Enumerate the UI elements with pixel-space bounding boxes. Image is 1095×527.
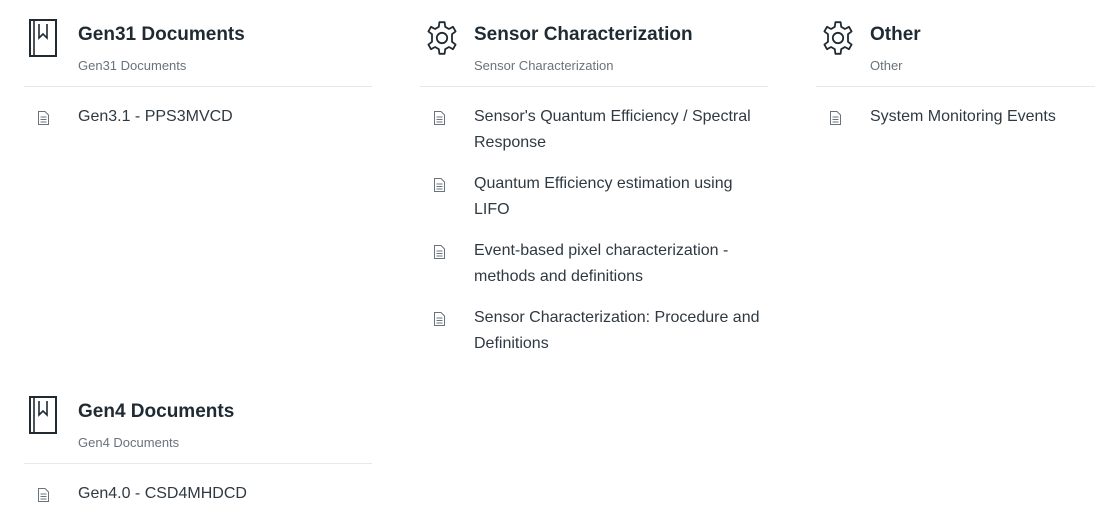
article-link[interactable]: Quantum Efficiency estimation using LIFO: [420, 171, 768, 223]
article-title: Quantum Efficiency estimation using LIFO: [474, 175, 733, 218]
section-description: Gen31 Documents: [78, 58, 187, 73]
section-title-link[interactable]: Sensor Characterization: [474, 24, 693, 46]
section-description: Gen4 Documents: [78, 435, 180, 450]
document-icon: [434, 312, 445, 326]
section-gen31-documents: Gen31 Documents Gen31 Documents Gen3.1 -…: [24, 0, 372, 145]
document-icon: [38, 488, 49, 502]
section-other: Other Other System Monitoring Events: [816, 0, 1095, 145]
section-description: Sensor Characterization: [474, 58, 614, 73]
section-title-link[interactable]: Gen31 Documents: [78, 24, 245, 46]
article-title: System Monitoring Events: [870, 108, 1056, 125]
article-title: Sensor's Quantum Efficiency / Spectral R…: [474, 108, 751, 151]
document-icon: [830, 111, 841, 125]
document-icon: [38, 111, 49, 125]
document-icon: [434, 111, 445, 125]
document-icon: [434, 245, 445, 259]
section-sensor-characterization: Sensor Characterization Sensor Character…: [420, 0, 768, 372]
section-title-link[interactable]: Gen4 Documents: [78, 401, 234, 423]
section-description: Other: [870, 58, 903, 73]
article-list: System Monitoring Events: [816, 104, 1095, 130]
article-title: Event-based pixel characterization - met…: [474, 242, 729, 285]
article-link[interactable]: Gen3.1 - PPS3MVCD: [24, 104, 372, 130]
article-list: Sensor's Quantum Efficiency / Spectral R…: [420, 104, 768, 357]
article-link[interactable]: Sensor's Quantum Efficiency / Spectral R…: [420, 104, 768, 156]
section-header: Gen31 Documents Gen31 Documents: [24, 0, 372, 87]
book-icon: [28, 395, 60, 435]
book-icon: [28, 18, 60, 58]
section-header: Sensor Characterization Sensor Character…: [420, 0, 768, 87]
section-gen4-documents: Gen4 Documents Gen4 Documents Gen4.0 - C…: [24, 377, 372, 522]
section-header: Other Other: [816, 0, 1095, 87]
section-title-link[interactable]: Other: [870, 24, 921, 46]
article-title: Sensor Characterization: Procedure and D…: [474, 309, 760, 352]
article-link[interactable]: Sensor Characterization: Procedure and D…: [420, 305, 768, 357]
section-header: Gen4 Documents Gen4 Documents: [24, 377, 372, 464]
article-title: Gen4.0 - CSD4MHDCD: [78, 485, 247, 502]
article-link[interactable]: Gen4.0 - CSD4MHDCD: [24, 481, 372, 507]
document-icon: [434, 178, 445, 192]
article-link[interactable]: System Monitoring Events: [816, 104, 1095, 130]
gear-icon: [424, 18, 457, 58]
article-list: Gen3.1 - PPS3MVCD: [24, 104, 372, 130]
gear-icon: [820, 18, 853, 58]
article-title: Gen3.1 - PPS3MVCD: [78, 108, 233, 125]
article-list: Gen4.0 - CSD4MHDCD: [24, 481, 372, 507]
article-link[interactable]: Event-based pixel characterization - met…: [420, 238, 768, 290]
